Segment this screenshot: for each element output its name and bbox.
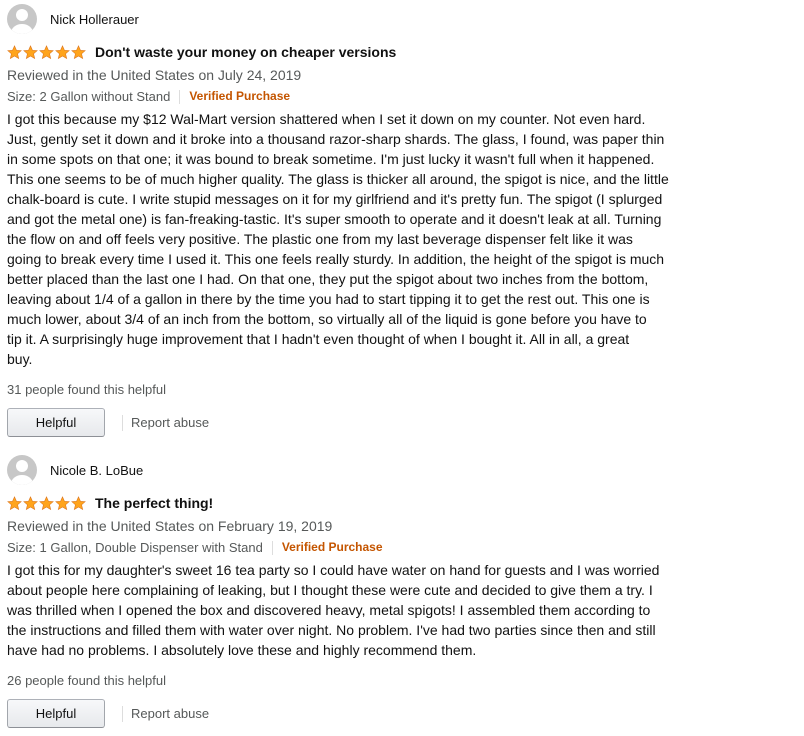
report-abuse-link[interactable]: Report abuse [131, 415, 209, 430]
divider [122, 414, 123, 431]
review-actions: Helpful Report abuse [7, 699, 697, 728]
star-icon [39, 495, 54, 511]
review-body: I got this for my daughter's sweet 16 te… [7, 562, 660, 658]
helpful-count: 26 people found this helpful [7, 673, 167, 688]
star-rating[interactable] [7, 495, 86, 511]
review-actions: Helpful Report abuse [7, 408, 697, 437]
divider [271, 540, 273, 555]
star-rating[interactable] [7, 44, 86, 60]
star-icon [23, 495, 38, 511]
helpful-count: 31 people found this helpful [7, 382, 167, 397]
reviewer-name[interactable]: Nick Hollerauer [50, 12, 139, 27]
avatar-icon[interactable] [7, 4, 37, 34]
star-icon [71, 495, 86, 511]
star-icon [39, 44, 54, 60]
reviewer-name[interactable]: Nicole B. LoBue [50, 463, 143, 478]
review: Nick Hollerauer Don't waste your money o… [7, 4, 697, 437]
verified-purchase-badge[interactable]: Verified Purchase [189, 87, 290, 106]
star-icon [7, 495, 22, 511]
verified-purchase-badge[interactable]: Verified Purchase [282, 538, 383, 557]
divider [122, 705, 123, 722]
star-icon [7, 44, 22, 60]
review-date: Reviewed in the United States on Februar… [7, 518, 333, 534]
review-title[interactable]: The perfect thing! [95, 495, 213, 511]
review-date: Reviewed in the United States on July 24… [7, 67, 302, 83]
review-format-row: Size: 2 Gallon without Stand Verified Pu… [7, 87, 697, 106]
review-format-row: Size: 1 Gallon, Double Dispenser with St… [7, 538, 697, 557]
helpful-button[interactable]: Helpful [7, 408, 105, 437]
avatar-icon[interactable] [7, 455, 37, 485]
product-format[interactable]: Size: 1 Gallon, Double Dispenser with St… [7, 538, 263, 557]
review-body: I got this because my $12 Wal-Mart versi… [7, 111, 669, 367]
star-icon [71, 44, 86, 60]
helpful-button[interactable]: Helpful [7, 699, 105, 728]
reviewer-profile[interactable]: Nicole B. LoBue [7, 455, 697, 485]
review: Nicole B. LoBue The perfect thing! Revie… [7, 455, 697, 728]
reviewer-profile[interactable]: Nick Hollerauer [7, 4, 697, 34]
review-title[interactable]: Don't waste your money on cheaper versio… [95, 44, 396, 60]
star-icon [55, 495, 70, 511]
star-icon [23, 44, 38, 60]
product-format[interactable]: Size: 2 Gallon without Stand [7, 87, 170, 106]
report-abuse-link[interactable]: Report abuse [131, 706, 209, 721]
star-icon [55, 44, 70, 60]
divider [179, 89, 181, 104]
